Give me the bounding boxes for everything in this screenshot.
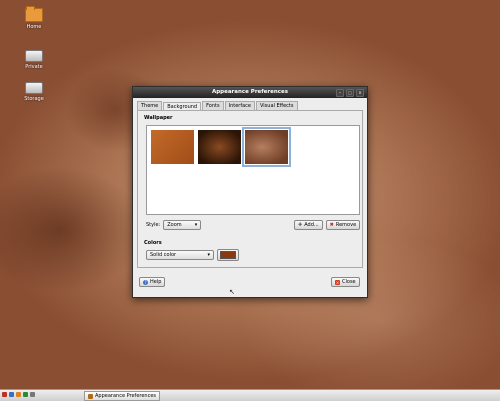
launcher-icon[interactable] <box>23 392 28 397</box>
color-swatch <box>220 251 236 259</box>
color-mode-dropdown[interactable]: Solid color ▾ <box>146 250 214 260</box>
minimize-icon[interactable]: – <box>336 89 344 97</box>
maximize-icon[interactable]: □ <box>346 89 354 97</box>
style-dropdown[interactable]: Zoom ▾ <box>163 220 202 230</box>
chevron-down-icon: ▾ <box>194 222 198 228</box>
colors-section-title: Colors <box>144 240 162 246</box>
remove-icon: ✖ <box>329 222 334 228</box>
add-button[interactable]: ✚ Add... <box>294 220 323 230</box>
desktop-icon-label: Home <box>26 24 42 30</box>
close-icon: × <box>335 279 340 285</box>
window-title: Appearance Preferences <box>211 89 289 95</box>
window-titlebar[interactable]: Appearance Preferences – □ × <box>133 87 367 98</box>
color-mode-value: Solid color <box>150 252 177 258</box>
chevron-down-icon: ▾ <box>207 252 210 258</box>
remove-button[interactable]: ✖ Remove <box>325 220 361 230</box>
launcher-icon[interactable] <box>16 392 21 397</box>
tab-interface[interactable]: Interface <box>224 101 255 110</box>
add-button-label: Add... <box>304 222 319 228</box>
wallpaper-thumbnail-selected[interactable] <box>242 127 291 167</box>
close-button[interactable]: × Close <box>331 277 360 287</box>
desktop-icon-private[interactable]: Private <box>14 50 54 70</box>
folder-icon <box>25 6 43 22</box>
wallpaper-thumbnail[interactable] <box>150 129 195 165</box>
wallpaper-section-title: Wallpaper <box>144 115 173 121</box>
close-window-icon[interactable]: × <box>356 89 364 97</box>
desktop-icon-label: Private <box>25 64 43 70</box>
wallpaper-list[interactable] <box>146 125 360 215</box>
desktop-icon-home[interactable]: Home <box>14 6 54 30</box>
desktop-icon-storage[interactable]: Storage <box>14 82 54 102</box>
add-icon: ✚ <box>298 222 303 228</box>
drive-icon <box>25 82 43 94</box>
tab-bar: Theme Background Fonts Interface Visual … <box>133 98 367 111</box>
help-button[interactable]: ? Help <box>139 277 166 287</box>
wallpaper-thumbnail[interactable] <box>197 129 242 165</box>
remove-button-label: Remove <box>335 222 357 228</box>
background-panel: Wallpaper Style: Zoom ▾ ✚ Add... ✖ Remov… <box>137 110 363 268</box>
tab-visual-effects[interactable]: Visual Effects <box>255 101 298 110</box>
desktop-icon-label: Storage <box>24 96 44 102</box>
menu-icon[interactable] <box>2 392 7 397</box>
tab-fonts[interactable]: Fonts <box>202 101 224 110</box>
taskbar: Appearance Preferences <box>0 389 500 401</box>
help-button-label: Help <box>150 279 162 285</box>
close-button-label: Close <box>342 279 356 285</box>
appearance-app-icon <box>88 393 93 399</box>
tab-theme[interactable]: Theme <box>137 101 163 110</box>
drive-icon <box>25 50 43 62</box>
launcher-icon[interactable] <box>9 392 14 397</box>
color-picker-button[interactable] <box>217 249 239 261</box>
style-label: Style: <box>146 222 161 228</box>
help-icon: ? <box>143 279 148 285</box>
appearance-preferences-window: Appearance Preferences – □ × Theme Backg… <box>132 86 368 298</box>
launcher-icon[interactable] <box>30 392 35 397</box>
mouse-cursor-icon: ↖ <box>229 288 235 296</box>
style-dropdown-value: Zoom <box>167 222 182 228</box>
taskbar-window-label: Appearance Preferences <box>95 393 157 399</box>
